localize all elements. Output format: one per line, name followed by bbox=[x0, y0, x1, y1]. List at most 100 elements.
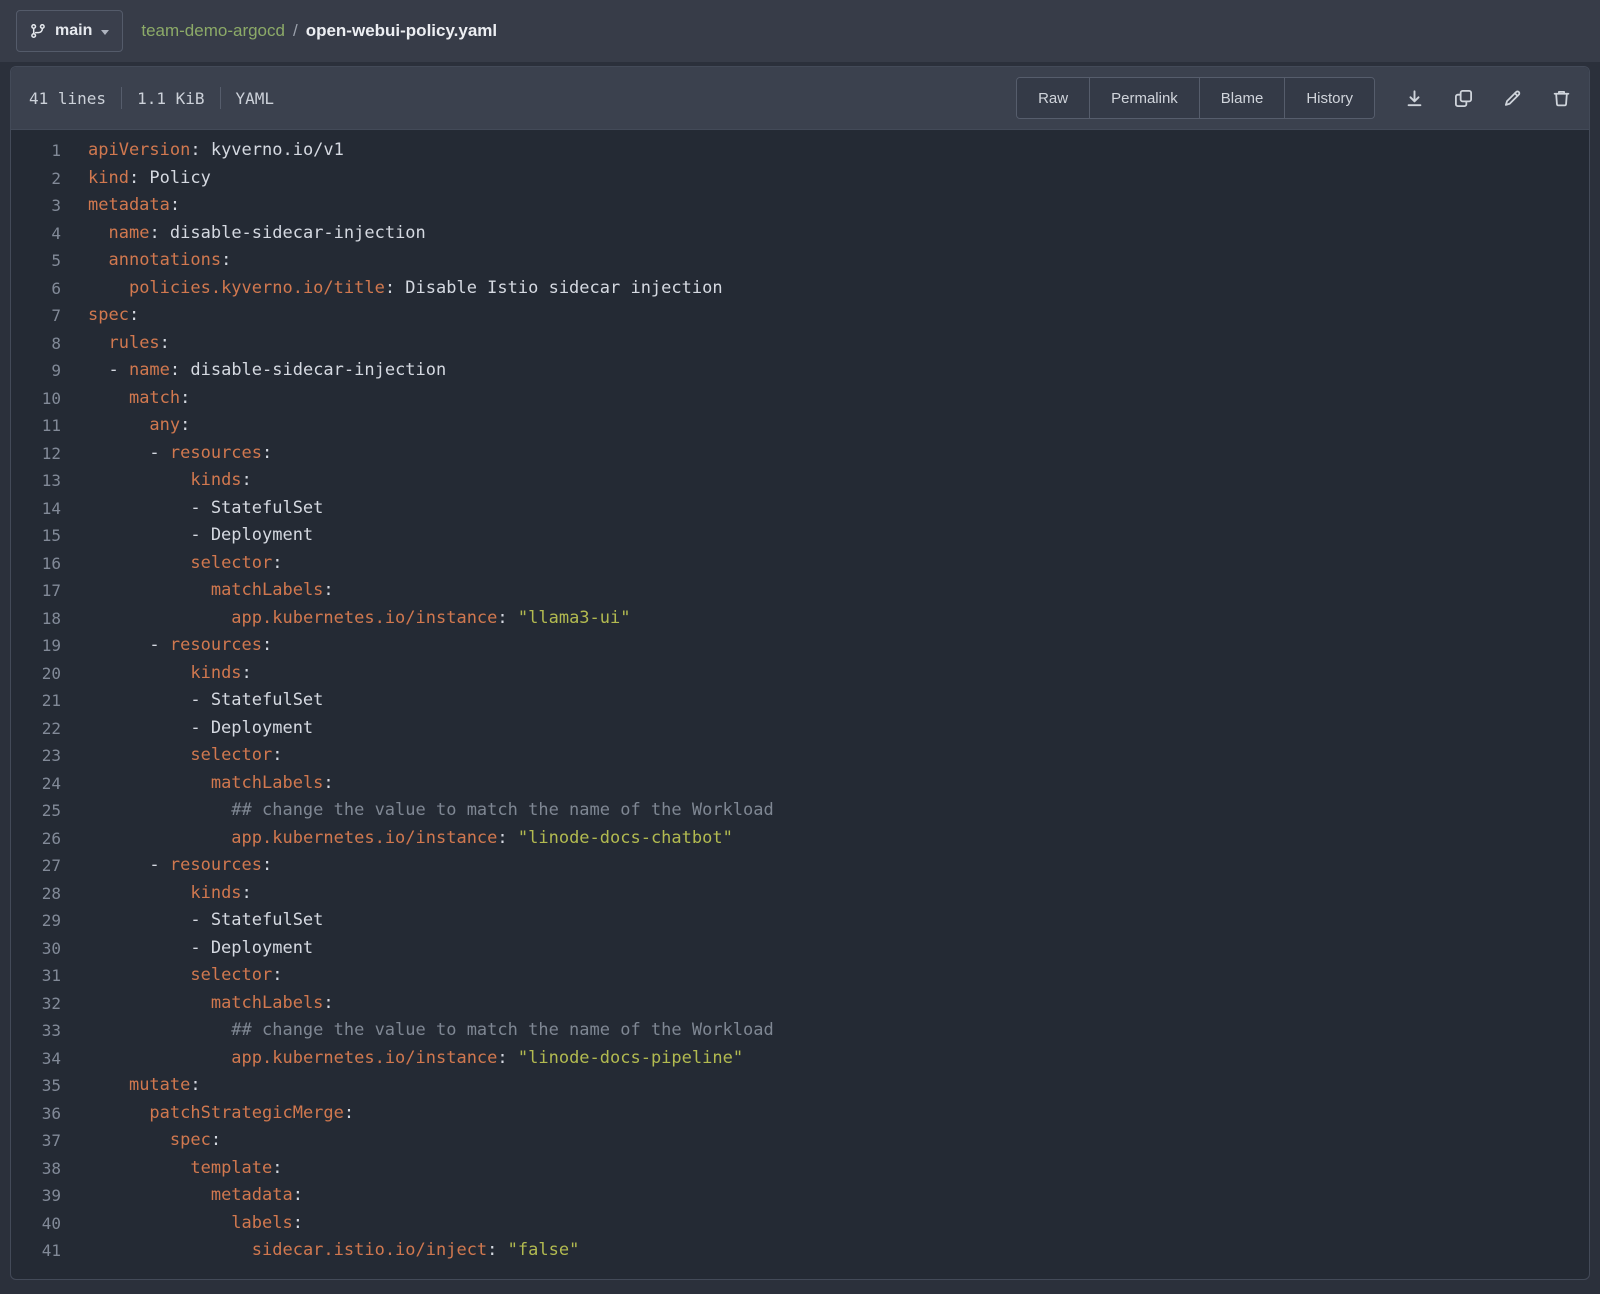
line-number[interactable]: 21 bbox=[11, 687, 61, 715]
line-number[interactable]: 2 bbox=[11, 165, 61, 193]
code-text: kinds: bbox=[61, 467, 252, 495]
line-number[interactable]: 16 bbox=[11, 550, 61, 578]
code-line: 35 mutate: bbox=[11, 1072, 1589, 1100]
file-view-panel: 41 lines 1.1 KiB YAML Raw Permalink Blam… bbox=[10, 66, 1590, 1280]
line-number[interactable]: 3 bbox=[11, 192, 61, 220]
code-line: 32 matchLabels: bbox=[11, 990, 1589, 1018]
code-text: apiVersion: kyverno.io/v1 bbox=[61, 137, 344, 165]
edit-button[interactable] bbox=[1499, 85, 1526, 112]
line-number[interactable]: 30 bbox=[11, 935, 61, 963]
code-line: 36 patchStrategicMerge: bbox=[11, 1100, 1589, 1128]
line-number[interactable]: 23 bbox=[11, 742, 61, 770]
code-text: app.kubernetes.io/instance: "llama3-ui" bbox=[61, 605, 630, 633]
line-number[interactable]: 35 bbox=[11, 1072, 61, 1100]
code-text: matchLabels: bbox=[61, 990, 334, 1018]
line-number[interactable]: 39 bbox=[11, 1182, 61, 1210]
line-number[interactable]: 4 bbox=[11, 220, 61, 248]
code-text: any: bbox=[61, 412, 190, 440]
line-number[interactable]: 31 bbox=[11, 962, 61, 990]
permalink-button[interactable]: Permalink bbox=[1089, 78, 1199, 118]
line-number[interactable]: 9 bbox=[11, 357, 61, 385]
divider bbox=[121, 87, 122, 109]
git-branch-icon bbox=[30, 23, 46, 39]
code-line: 3metadata: bbox=[11, 192, 1589, 220]
line-number[interactable]: 25 bbox=[11, 797, 61, 825]
code-text: selector: bbox=[61, 742, 283, 770]
history-button[interactable]: History bbox=[1284, 78, 1374, 118]
breadcrumb-repo-link[interactable]: team-demo-argocd bbox=[141, 21, 285, 41]
line-number[interactable]: 36 bbox=[11, 1100, 61, 1128]
line-number[interactable]: 22 bbox=[11, 715, 61, 743]
code-line: 33 ## change the value to match the name… bbox=[11, 1017, 1589, 1045]
line-number[interactable]: 20 bbox=[11, 660, 61, 688]
breadcrumb: team-demo-argocd / open-webui-policy.yam… bbox=[141, 21, 497, 41]
line-number[interactable]: 32 bbox=[11, 990, 61, 1018]
code-line: 34 app.kubernetes.io/instance: "linode-d… bbox=[11, 1045, 1589, 1073]
copy-icon bbox=[1454, 89, 1473, 108]
line-number[interactable]: 13 bbox=[11, 467, 61, 495]
divider bbox=[220, 87, 221, 109]
code-line: 37 spec: bbox=[11, 1127, 1589, 1155]
code-text: name: disable-sidecar-injection bbox=[61, 220, 426, 248]
line-number[interactable]: 18 bbox=[11, 605, 61, 633]
line-number[interactable]: 24 bbox=[11, 770, 61, 798]
code-text: - name: disable-sidecar-injection bbox=[61, 357, 446, 385]
download-button[interactable] bbox=[1401, 85, 1428, 112]
code-text: kinds: bbox=[61, 660, 252, 688]
file-language: YAML bbox=[236, 89, 275, 108]
code-line: 12 - resources: bbox=[11, 440, 1589, 468]
line-number[interactable]: 40 bbox=[11, 1210, 61, 1238]
code-text: kind: Policy bbox=[61, 165, 211, 193]
code-line: 30 - Deployment bbox=[11, 935, 1589, 963]
line-number[interactable]: 34 bbox=[11, 1045, 61, 1073]
line-number[interactable]: 38 bbox=[11, 1155, 61, 1183]
line-number[interactable]: 1 bbox=[11, 137, 61, 165]
line-number[interactable]: 29 bbox=[11, 907, 61, 935]
line-number[interactable]: 6 bbox=[11, 275, 61, 303]
line-number[interactable]: 14 bbox=[11, 495, 61, 523]
line-number[interactable]: 17 bbox=[11, 577, 61, 605]
line-number[interactable]: 10 bbox=[11, 385, 61, 413]
code-text: - StatefulSet bbox=[61, 687, 323, 715]
line-number[interactable]: 11 bbox=[11, 412, 61, 440]
raw-button[interactable]: Raw bbox=[1017, 78, 1089, 118]
line-number[interactable]: 15 bbox=[11, 522, 61, 550]
branch-selector[interactable]: main bbox=[16, 10, 123, 52]
code-line: 39 metadata: bbox=[11, 1182, 1589, 1210]
branch-label: main bbox=[55, 22, 92, 40]
line-number[interactable]: 41 bbox=[11, 1237, 61, 1265]
file-size: 1.1 KiB bbox=[137, 89, 204, 108]
code-text: spec: bbox=[61, 302, 139, 330]
line-number[interactable]: 8 bbox=[11, 330, 61, 358]
code-text: template: bbox=[61, 1155, 283, 1183]
code-line: 5 annotations: bbox=[11, 247, 1589, 275]
line-number[interactable]: 19 bbox=[11, 632, 61, 660]
code-line: 19 - resources: bbox=[11, 632, 1589, 660]
code-line: 6 policies.kyverno.io/title: Disable Ist… bbox=[11, 275, 1589, 303]
code-text: - resources: bbox=[61, 440, 272, 468]
code-text: policies.kyverno.io/title: Disable Istio… bbox=[61, 275, 723, 303]
line-number[interactable]: 33 bbox=[11, 1017, 61, 1045]
file-actions-group: Raw Permalink Blame History bbox=[1016, 77, 1375, 119]
line-number[interactable]: 5 bbox=[11, 247, 61, 275]
delete-button[interactable] bbox=[1548, 85, 1575, 112]
line-number[interactable]: 37 bbox=[11, 1127, 61, 1155]
line-number[interactable]: 26 bbox=[11, 825, 61, 853]
code-line: 18 app.kubernetes.io/instance: "llama3-u… bbox=[11, 605, 1589, 633]
code-line: 23 selector: bbox=[11, 742, 1589, 770]
file-lines-count: 41 lines bbox=[29, 89, 106, 108]
blame-button[interactable]: Blame bbox=[1199, 78, 1285, 118]
code-line: 29 - StatefulSet bbox=[11, 907, 1589, 935]
topbar: main team-demo-argocd / open-webui-polic… bbox=[0, 0, 1600, 62]
breadcrumb-separator: / bbox=[293, 21, 298, 41]
code-line: 22 - Deployment bbox=[11, 715, 1589, 743]
copy-button[interactable] bbox=[1450, 85, 1477, 112]
line-number[interactable]: 27 bbox=[11, 852, 61, 880]
code-text: ## change the value to match the name of… bbox=[61, 797, 774, 825]
file-header: 41 lines 1.1 KiB YAML Raw Permalink Blam… bbox=[11, 67, 1589, 130]
code-line: 11 any: bbox=[11, 412, 1589, 440]
line-number[interactable]: 7 bbox=[11, 302, 61, 330]
code-text: kinds: bbox=[61, 880, 252, 908]
line-number[interactable]: 12 bbox=[11, 440, 61, 468]
line-number[interactable]: 28 bbox=[11, 880, 61, 908]
